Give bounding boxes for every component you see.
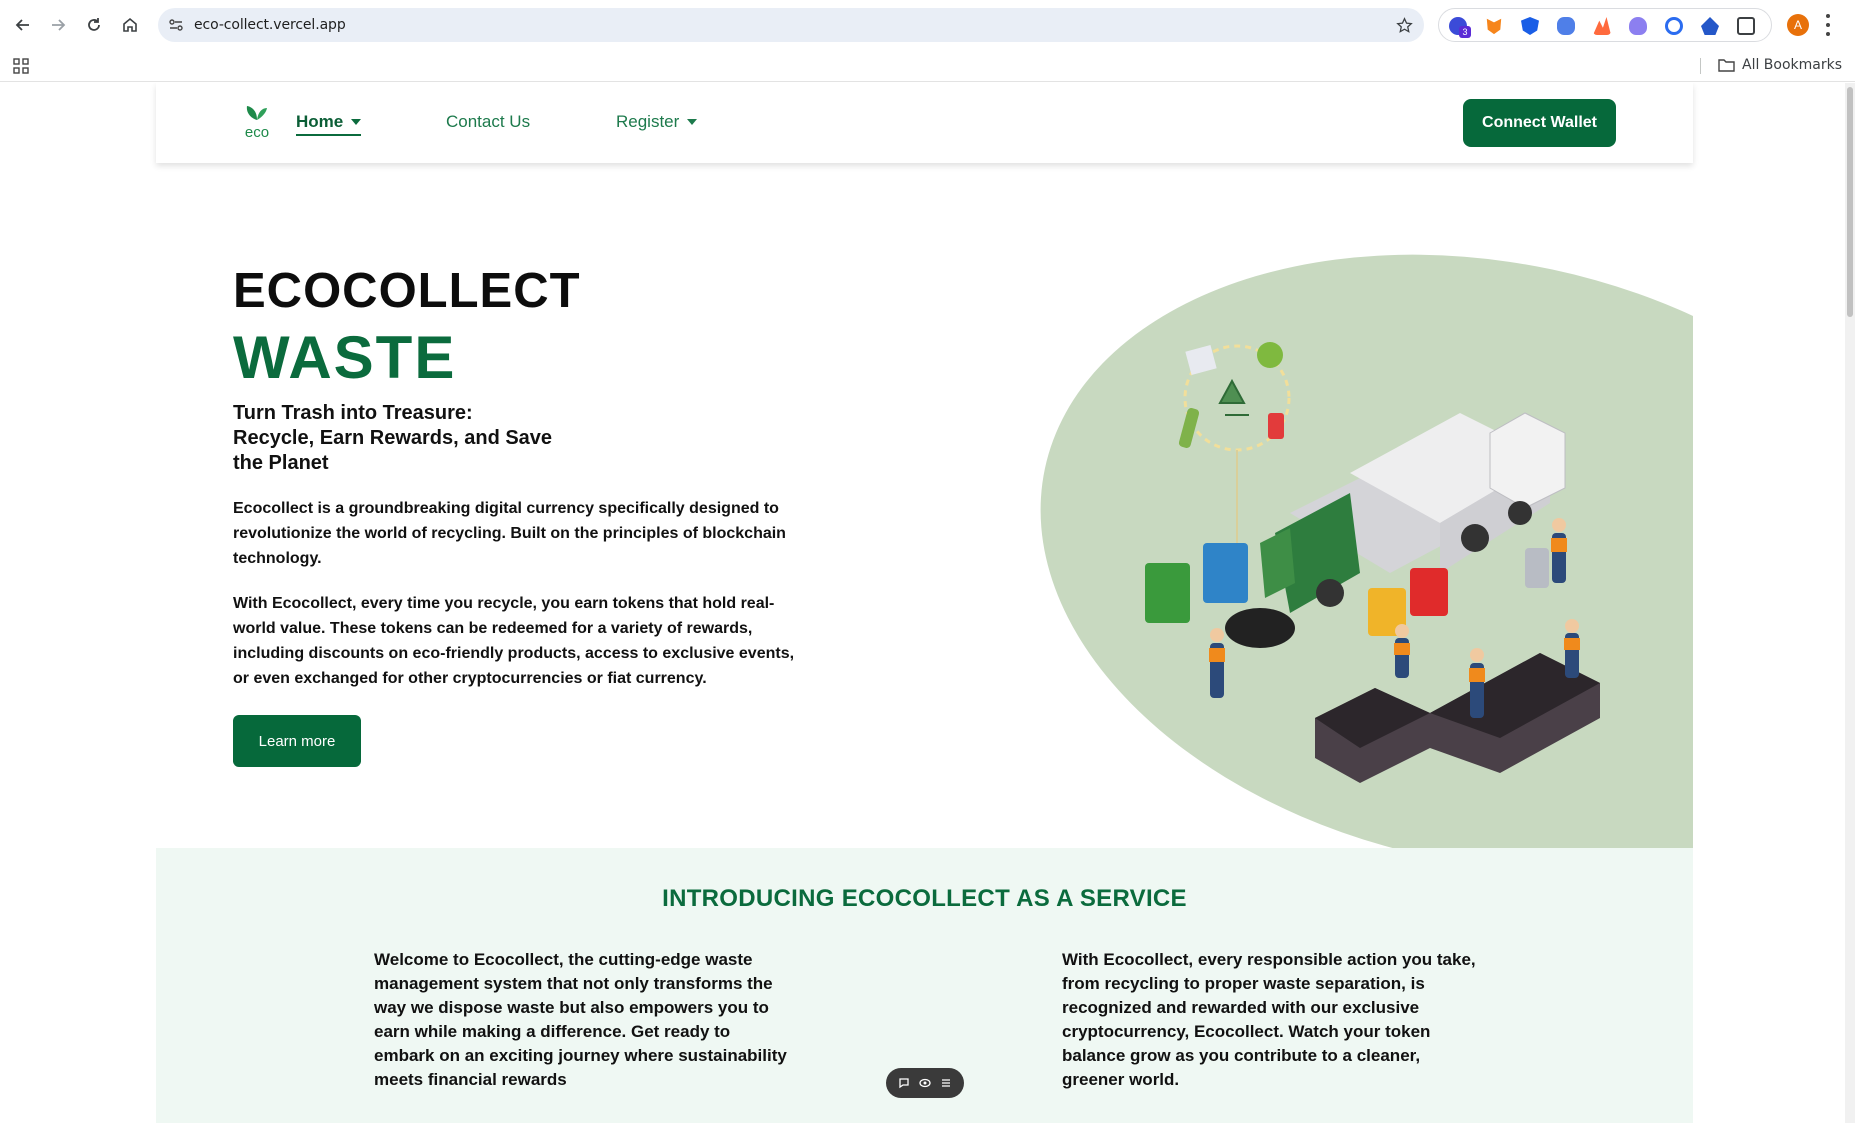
address-bar[interactable]: eco-collect.vercel.app: [158, 8, 1424, 42]
learn-more-button[interactable]: Learn more: [233, 715, 361, 767]
hero-title-line1: ECOCOLLECT: [233, 264, 581, 318]
site-header: eco Home Contact Us Register Connect Wal…: [156, 83, 1693, 163]
hero-subtitle: Turn Trash into Treasure: Recycle, Earn …: [233, 402, 553, 474]
recycling-illustration: [1040, 254, 1693, 853]
bookmarks-divider: [1700, 58, 1701, 74]
page-viewport: eco Home Contact Us Register Connect Wal…: [0, 83, 1845, 1123]
all-bookmarks-button[interactable]: All Bookmarks: [1718, 57, 1842, 73]
intro-right-text: With Ecocollect, every responsible actio…: [1062, 950, 1476, 1089]
back-icon[interactable]: [10, 12, 36, 38]
forward-icon[interactable]: [45, 12, 71, 38]
blue-bin: [1203, 543, 1248, 603]
wallet-icon[interactable]: [1701, 17, 1719, 35]
scrollbar-thumb[interactable]: [1847, 87, 1853, 317]
bookmarks-bar: All Bookmarks: [0, 50, 1855, 82]
metamask-icon[interactable]: [1486, 18, 1502, 35]
apple-icon: [1257, 342, 1283, 368]
chevron-down-icon: [687, 119, 698, 125]
floating-toolbar: [886, 1068, 964, 1098]
site-settings-icon[interactable]: [166, 15, 186, 35]
url-text: eco-collect.vercel.app: [194, 17, 346, 33]
metal-can: [1525, 548, 1549, 588]
browser-toolbar: eco-collect.vercel.app 3 A: [0, 0, 1855, 50]
circle-icon[interactable]: [1665, 17, 1683, 35]
all-bookmarks-label: All Bookmarks: [1742, 57, 1843, 73]
hero-paragraph-2: With Ecocollect, every time you recycle,…: [233, 595, 795, 687]
robot-icon[interactable]: [1557, 17, 1575, 35]
profile-avatar[interactable]: A: [1787, 14, 1809, 36]
intro-left-text: Welcome to Ecocollect, the cutting-edge …: [374, 950, 787, 1089]
puzzle-icon[interactable]: [1737, 17, 1755, 35]
chevron-down-icon: [351, 119, 362, 125]
connect-wallet-button[interactable]: Connect Wallet: [1463, 99, 1616, 147]
intro-title: INTRODUCING ECOCOLLECT AS A SERVICE: [662, 885, 1187, 912]
nav-register[interactable]: Register: [616, 112, 698, 132]
eco-logo[interactable]: eco: [240, 104, 274, 141]
chat-bubble-icon[interactable]: [898, 1077, 910, 1089]
trash-bags: [1225, 608, 1295, 648]
folder-icon: [1718, 59, 1735, 72]
page-scrollbar[interactable]: [1845, 83, 1855, 1123]
green-bin: [1145, 563, 1190, 623]
extension-badge-count: 3: [1459, 26, 1471, 38]
shield-icon[interactable]: [1521, 17, 1539, 35]
apps-grid-icon[interactable]: [13, 58, 29, 74]
mountain-icon[interactable]: [1593, 17, 1611, 35]
hero-paragraph-1: Ecocollect is a groundbreaking digital c…: [233, 500, 786, 567]
nav-home-label: Home: [296, 112, 344, 131]
hero-title-line2: WASTE: [233, 324, 457, 391]
bookmark-star-icon[interactable]: [1394, 15, 1414, 35]
can-icon: [1268, 413, 1284, 439]
home-icon[interactable]: [117, 12, 143, 38]
eye-icon[interactable]: [919, 1077, 931, 1089]
logo-text: eco: [245, 124, 269, 140]
list-icon[interactable]: [940, 1077, 952, 1089]
extensions-bar: 3: [1438, 8, 1772, 42]
nav-register-label: Register: [616, 112, 680, 131]
cloud-icon[interactable]: [1629, 17, 1647, 35]
kebab-menu-icon[interactable]: [1824, 14, 1832, 36]
reload-icon[interactable]: [81, 12, 107, 38]
nav-contact[interactable]: Contact Us: [446, 112, 530, 132]
red-bin: [1410, 568, 1448, 616]
nav-home[interactable]: Home: [296, 112, 362, 136]
nav-contact-label: Contact Us: [446, 112, 531, 131]
